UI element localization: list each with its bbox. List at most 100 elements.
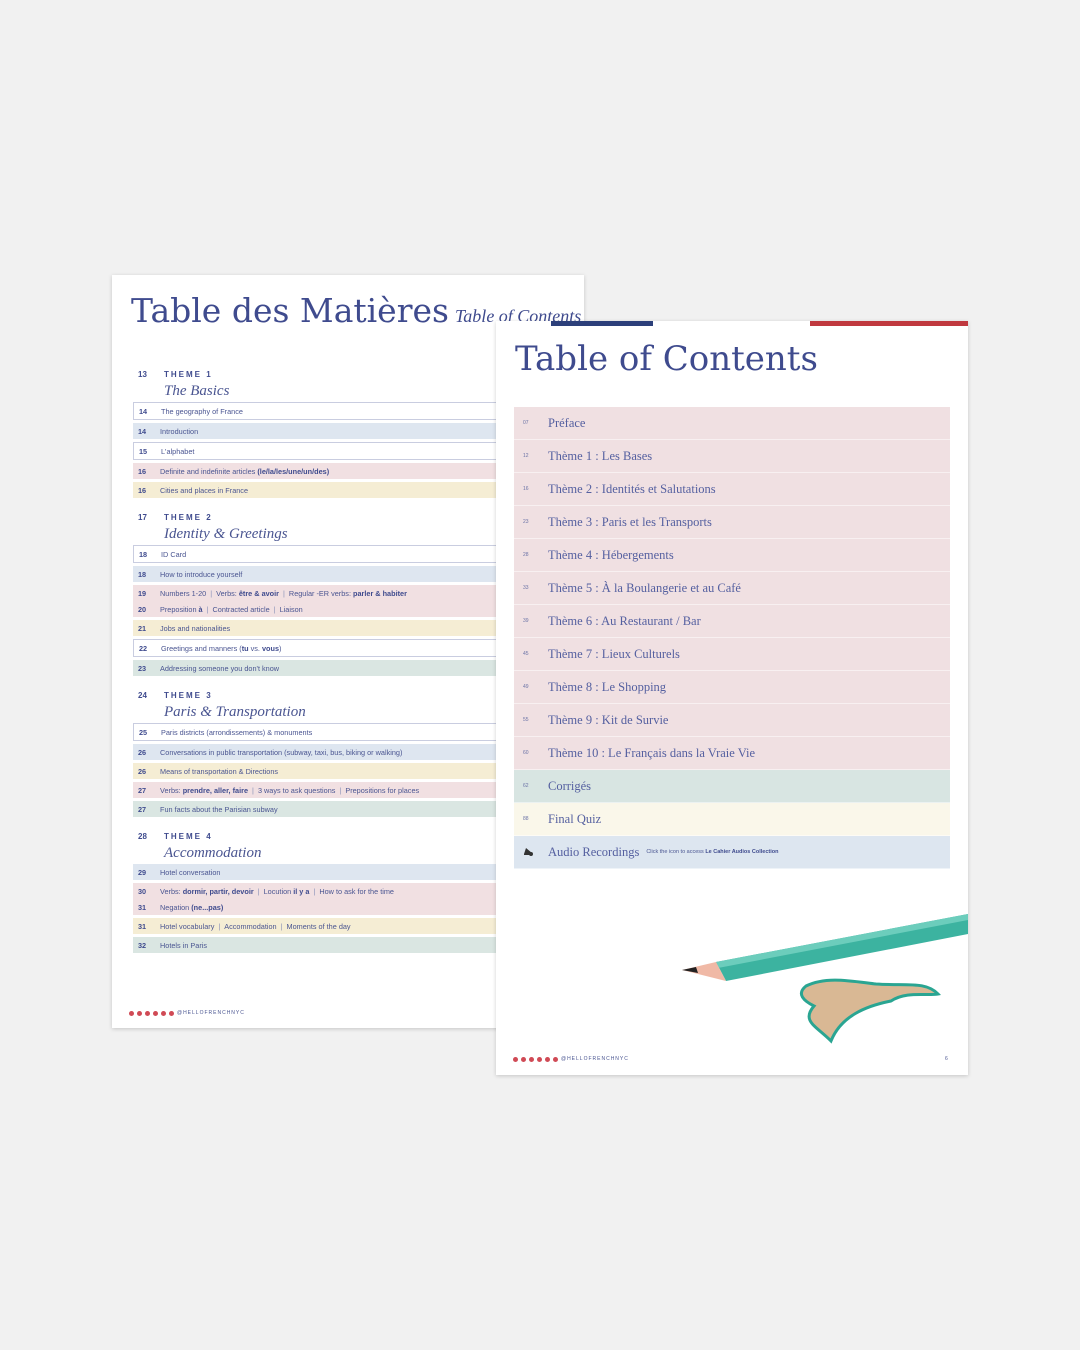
threads-icon bbox=[529, 1056, 534, 1062]
text-segment: Preposition bbox=[160, 604, 199, 614]
contents-row[interactable]: 60 Thème 10 : Le Français dans la Vraie V… bbox=[514, 737, 950, 770]
entry-page-number: 20 bbox=[138, 604, 147, 614]
contents-row[interactable]: 55 Thème 9 : Kit de Survie bbox=[514, 704, 950, 737]
text-segment: Paris districts (arrondissements) & monu… bbox=[161, 727, 313, 737]
title-french: Table des Matières bbox=[131, 291, 449, 330]
instagram-icon bbox=[129, 1010, 134, 1016]
x-icon bbox=[161, 1010, 166, 1016]
right-page: Table of Contents 07 Préface 12 Thème 1 : L… bbox=[496, 321, 968, 1075]
social-footer: @HELLOFRENCHNYC bbox=[129, 1010, 245, 1016]
row-page-number: 16 bbox=[523, 486, 529, 492]
entry-text: Paris districts (arrondissements) & monu… bbox=[161, 728, 312, 737]
pencil-illustration bbox=[682, 914, 968, 1044]
entry-text: Means of transportation & Directions bbox=[160, 767, 278, 776]
contents-row[interactable]: 16 Thème 2 : Identités et Salutations bbox=[514, 473, 950, 506]
contents-row[interactable]: 23 Thème 3 : Paris et les Transports bbox=[514, 506, 950, 539]
entry-text: Conversations in public transportation (… bbox=[160, 748, 402, 757]
text-segment: ID Card bbox=[161, 549, 187, 559]
social-footer: @HELLOFRENCHNYC bbox=[513, 1056, 629, 1062]
contents-row[interactable]: 07 Préface bbox=[514, 407, 950, 440]
row-page-number: 88 bbox=[523, 816, 529, 822]
bold-term: à bbox=[198, 604, 203, 614]
row-label: Final Quiz bbox=[548, 811, 602, 826]
text-segment: Negation bbox=[160, 902, 192, 912]
row-page-number: 12 bbox=[523, 453, 529, 459]
contents-row[interactable]: 49 Thème 8 : Le Shopping bbox=[514, 671, 950, 704]
text-segment: Introduction bbox=[160, 426, 199, 436]
entry-page-number: 27 bbox=[138, 785, 147, 795]
audio-note: Click the icon to access Le Cahier Audio… bbox=[646, 849, 778, 855]
separator: | bbox=[313, 886, 316, 896]
text-segment: L'alphabet bbox=[161, 446, 195, 456]
text-segment: Addressing someone you don't know bbox=[160, 663, 280, 673]
text-segment: Liaison bbox=[279, 604, 303, 614]
contents-row[interactable]: 12 Thème 1 : Les Bases bbox=[514, 440, 950, 473]
row-page-number: 28 bbox=[523, 552, 529, 558]
entry-page-number: 29 bbox=[138, 867, 147, 877]
row-label: Thème 10 : Le Français dans la Vraie Vie bbox=[548, 745, 755, 760]
bold-term: vous bbox=[262, 643, 280, 653]
row-page-number: 39 bbox=[523, 618, 529, 624]
facebook-icon bbox=[537, 1056, 542, 1062]
entry-page-number: 31 bbox=[138, 921, 147, 931]
red-bar bbox=[810, 321, 968, 326]
theme-label: THEME 1 bbox=[164, 369, 213, 379]
audio-label: Audio Recordings bbox=[548, 844, 640, 859]
threads-icon bbox=[145, 1010, 150, 1016]
entry-page-number: 18 bbox=[139, 549, 148, 559]
audio-recordings-row[interactable]: Audio Recordings Click the icon to access… bbox=[514, 836, 950, 869]
entry-text: Cities and places in France bbox=[160, 486, 248, 495]
entry-text: Fun facts about the Parisian subway bbox=[160, 805, 278, 814]
bold-term: il y a bbox=[293, 886, 310, 896]
row-page-number: 07 bbox=[523, 420, 529, 426]
row-label: Thème 6 : Au Restaurant / Bar bbox=[548, 613, 701, 628]
text-segment: Accommodation bbox=[224, 921, 277, 931]
contents-row[interactable]: 45 Thème 7 : Lieux Culturels bbox=[514, 638, 950, 671]
entry-page-number: 14 bbox=[138, 426, 147, 436]
text-segment: Numbers 1-20 bbox=[160, 588, 207, 598]
row-label: Thème 1 : Les Bases bbox=[548, 448, 653, 463]
row-page-number: 45 bbox=[523, 651, 529, 657]
entry-page-number: 21 bbox=[138, 623, 147, 633]
contents-row[interactable]: 62 Corrigés bbox=[514, 770, 950, 803]
theme-page-number: 13 bbox=[138, 369, 147, 379]
entry-text: Hotel conversation bbox=[160, 868, 220, 877]
entry-text: ID Card bbox=[161, 550, 186, 559]
contents-row[interactable]: 28 Thème 4 : Hébergements bbox=[514, 539, 950, 572]
row-label: Thème 8 : Le Shopping bbox=[548, 679, 667, 694]
entry-page-number: 18 bbox=[138, 569, 147, 579]
separator: | bbox=[206, 604, 209, 614]
text-segment: Hotel vocabulary bbox=[160, 921, 215, 931]
theme-label: THEME 3 bbox=[164, 690, 213, 700]
entry-text: Addressing someone you don't know bbox=[160, 664, 279, 673]
entry-page-number: 15 bbox=[139, 446, 148, 456]
row-label: Thème 4 : Hébergements bbox=[548, 547, 674, 562]
contents-row[interactable]: 39 Thème 6 : Au Restaurant / Bar bbox=[514, 605, 950, 638]
text-segment: Means of transportation & Directions bbox=[160, 766, 279, 776]
entry-page-number: 26 bbox=[138, 747, 147, 757]
contents-list: 07 Préface 12 Thème 1 : Les Bases 16 Thème 2 … bbox=[514, 407, 950, 869]
text-segment: 3 ways to ask questions bbox=[257, 785, 336, 795]
pinterest-icon bbox=[169, 1010, 174, 1016]
audio-collection-link[interactable]: Le Cahier Audios Collection bbox=[705, 849, 778, 855]
facebook-icon bbox=[153, 1010, 158, 1016]
theme-page-number: 28 bbox=[138, 831, 147, 841]
text-segment: ) bbox=[279, 643, 282, 653]
text-segment: Fun facts about the Parisian subway bbox=[160, 804, 278, 814]
entry-page-number: 31 bbox=[138, 902, 147, 912]
entry-page-number: 19 bbox=[138, 588, 147, 598]
separator: | bbox=[283, 588, 285, 598]
entry-page-number: 32 bbox=[138, 940, 147, 950]
entry-page-number: 25 bbox=[139, 727, 148, 737]
contents-row[interactable]: 88 Final Quiz bbox=[514, 803, 950, 836]
headphones-icon[interactable] bbox=[514, 846, 548, 858]
theme-label: THEME 4 bbox=[164, 831, 213, 841]
text-segment: Jobs and nationalities bbox=[160, 623, 231, 633]
instagram-icon bbox=[513, 1056, 518, 1062]
page-number: 6 bbox=[945, 1056, 949, 1062]
text-segment: Conversations in public transportation (… bbox=[160, 747, 403, 757]
text-segment: Moments of the day bbox=[286, 921, 351, 931]
row-page-number: 49 bbox=[523, 684, 529, 690]
contents-row[interactable]: 33 Thème 5 : À la Boulangerie et au Café bbox=[514, 572, 950, 605]
bold-term: dormir, partir, devoir bbox=[182, 886, 254, 896]
